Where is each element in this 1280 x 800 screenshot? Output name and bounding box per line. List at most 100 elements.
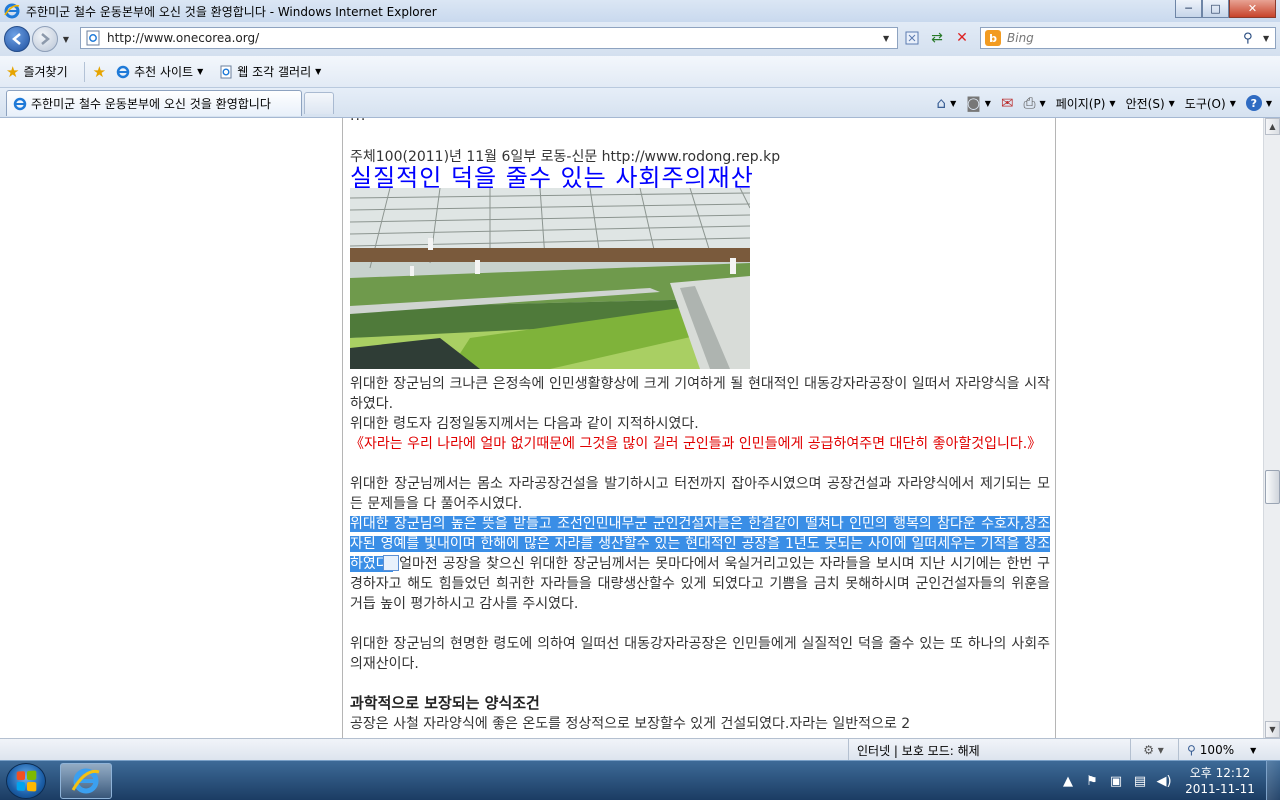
title-bar: 주한미군 철수 운동본부에 오신 것을 환영합니다 - Windows Inte… xyxy=(0,0,1280,22)
favorites-item-suggested-sites[interactable]: 추천 사이트 ▼ xyxy=(116,63,203,80)
page-viewport: ... 주체100(2011)년 11월 6일부 로동-신문 http://ww… xyxy=(0,118,1280,738)
tools-menu[interactable]: 도구(O) ▼ xyxy=(1185,95,1236,112)
favorites-button[interactable]: ★ 즐겨찾기 xyxy=(6,63,68,81)
chevron-down-icon: ▼ xyxy=(1229,98,1236,108)
content-column: ... 주체100(2011)년 11월 6일부 로동-신문 http://ww… xyxy=(342,118,1056,738)
web-slice-icon xyxy=(220,65,232,78)
home-button[interactable]: ⌂ ▼ xyxy=(937,94,957,112)
address-field[interactable]: http://www.onecorea.org/ ▼ xyxy=(80,27,898,49)
tab-active[interactable]: 주한미군 철수 운동본부에 오신 것을 환영합니다 xyxy=(6,90,302,116)
close-button[interactable]: ✕ xyxy=(1229,0,1276,18)
cut-off-text: ... xyxy=(350,118,366,124)
zoom-level: 100% xyxy=(1199,743,1235,757)
favorites-star-icon: ★ xyxy=(6,62,20,81)
page-menu[interactable]: 페이지(P) ▼ xyxy=(1056,95,1116,112)
paragraph-6: 공장은 사철 자라양식에 좋은 온도를 정상적으로 보장할수 있게 건설되였다.… xyxy=(350,716,911,732)
chevron-down-icon: ▼ xyxy=(1109,98,1116,108)
new-tab-button[interactable] xyxy=(304,92,334,114)
scroll-down-button[interactable]: ▼ xyxy=(1265,721,1280,738)
favorites-separator xyxy=(83,61,85,82)
help-icon: ? xyxy=(1245,95,1262,111)
navigation-bar: ▼ http://www.onecorea.org/ ▼ ⇄ ✕ b Bing … xyxy=(0,22,1280,56)
maximize-button[interactable]: □ xyxy=(1202,0,1229,18)
recent-pages-dropdown[interactable]: ▼ xyxy=(60,35,72,44)
taskbar: ▲ ⚑ ▣ ▤ ◀) 오후 12:12 2011-11-11 xyxy=(0,760,1280,800)
help-button[interactable]: ? ▼ xyxy=(1245,95,1272,111)
refresh-button[interactable]: ⇄ xyxy=(925,27,949,49)
chevron-down-icon: ▼ xyxy=(950,98,957,108)
device-icon[interactable]: ▣ xyxy=(1106,774,1126,789)
security-zone: 인터넷 | 보호 모드: 해제 xyxy=(848,739,980,761)
address-dropdown-icon[interactable]: ▼ xyxy=(883,34,897,43)
start-button[interactable] xyxy=(6,763,46,799)
search-icon[interactable]: ⚲ xyxy=(1243,31,1263,46)
clock-date: 2011-11-11 xyxy=(1185,782,1255,796)
url-text[interactable]: http://www.onecorea.org/ xyxy=(107,31,883,45)
back-button[interactable] xyxy=(4,26,30,52)
compatibility-view-button[interactable] xyxy=(900,27,924,49)
compatibility-icon xyxy=(905,31,919,45)
vertical-scrollbar[interactable]: ▲ ▼ xyxy=(1263,118,1280,738)
network-icon[interactable]: ▤ xyxy=(1130,774,1150,789)
read-mail-button[interactable]: ✉ xyxy=(1001,94,1014,112)
chevron-down-icon: ▼ xyxy=(315,67,322,76)
safety-menu-label: 안전(S) xyxy=(1125,96,1165,111)
add-favorite-star-icon: ★ xyxy=(92,62,107,81)
protected-mode-button[interactable]: ⚙ ▾ xyxy=(1130,739,1176,761)
feeds-button[interactable]: ◙ ▼ xyxy=(966,94,991,112)
tab-label: 주한미군 철수 운동본부에 오신 것을 환영합니다 xyxy=(31,97,271,111)
zoom-control[interactable]: ⚲ 100% ▼ xyxy=(1178,739,1268,761)
back-arrow-icon xyxy=(12,33,21,45)
stop-button[interactable]: ✕ xyxy=(950,27,974,49)
chevron-down-icon: ▼ xyxy=(197,67,204,76)
print-icon: ⎙ xyxy=(1023,94,1036,112)
chevron-down-icon: ▼ xyxy=(1168,98,1175,108)
chevron-down-icon: ▼ xyxy=(984,98,991,108)
add-to-favorites-bar-button[interactable]: ★ xyxy=(93,63,110,81)
paragraph-5: 위대한 장군님의 현명한 령도에 의하여 일떠선 대동강자라공장은 인민들에게 … xyxy=(350,636,1050,672)
tab-row: 주한미군 철수 운동본부에 오신 것을 환영합니다 ⌂ ▼ ◙ ▼ ✉ ⎙ ▼ 페이지… xyxy=(0,88,1280,118)
bing-logo-icon: b xyxy=(985,30,1001,46)
paragraph-4[interactable]: 위대한 장군님의 높은 뜻을 받들고 조선인민내무군 군인건설자들은 한결같이 … xyxy=(350,514,1050,614)
web-slice-gallery-label: 웹 조각 갤러리 xyxy=(237,65,312,79)
chevron-down-icon: ▼ xyxy=(1250,745,1257,755)
show-desktop-button[interactable] xyxy=(1266,761,1280,800)
stop-icon: ✕ xyxy=(956,30,968,46)
search-box[interactable]: b Bing ⚲ ▼ xyxy=(980,27,1276,49)
rss-icon: ◙ xyxy=(966,94,981,112)
forward-button[interactable] xyxy=(32,26,58,52)
scrollbar-thumb[interactable] xyxy=(1265,470,1280,504)
scroll-up-button[interactable]: ▲ xyxy=(1265,118,1280,135)
paragraph-1: 위대한 장군님의 크나큰 은정속에 인민생활향상에 크게 기여하게 될 현대적인… xyxy=(350,376,1050,412)
volume-icon[interactable]: ◀) xyxy=(1154,774,1174,789)
home-icon: ⌂ xyxy=(936,94,947,112)
chevron-down-icon: ▼ xyxy=(1039,98,1046,108)
action-center-flag-icon[interactable]: ⚑ xyxy=(1082,774,1102,789)
zoom-icon: ⚲ xyxy=(1187,743,1196,757)
tools-menu-label: 도구(O) xyxy=(1184,96,1226,111)
taskbar-internet-explorer[interactable] xyxy=(60,763,112,799)
search-options-dropdown-icon[interactable]: ▼ xyxy=(1263,34,1275,43)
security-settings-icon: ⚙ ▾ xyxy=(1143,743,1164,757)
status-bar: 인터넷 | 보호 모드: 해제 ⚙ ▾ ⚲ 100% ▼ xyxy=(0,738,1280,761)
forward-arrow-icon xyxy=(41,33,50,45)
show-hidden-icons-button[interactable]: ▲ xyxy=(1058,774,1078,789)
search-input[interactable]: Bing xyxy=(1007,31,1243,45)
ie-tab-icon xyxy=(13,97,27,110)
favorites-item-web-slice-gallery[interactable]: 웹 조각 갤러리 ▼ xyxy=(219,63,321,80)
minimize-button[interactable]: ─ xyxy=(1175,0,1202,18)
clock[interactable]: 오후 12:12 2011-11-11 xyxy=(1178,765,1262,797)
mail-icon: ✉ xyxy=(1000,94,1014,112)
clock-time: 오후 12:12 xyxy=(1189,766,1251,780)
refresh-icon: ⇄ xyxy=(931,30,943,46)
accelerator-icon[interactable] xyxy=(383,555,400,571)
page-menu-label: 페이지(P) xyxy=(1055,96,1106,111)
page-icon xyxy=(86,30,100,46)
chevron-down-icon: ▼ xyxy=(1265,98,1272,108)
safety-menu[interactable]: 안전(S) ▼ xyxy=(1126,95,1175,112)
favorites-label: 즐겨찾기 xyxy=(23,65,68,79)
window-title: 주한미군 철수 운동본부에 오신 것을 환영합니다 - Windows Inte… xyxy=(26,4,437,19)
print-button[interactable]: ⎙ ▼ xyxy=(1024,94,1046,112)
internet-explorer-icon xyxy=(71,768,100,794)
paragraph-3: 위대한 장군님께서는 몸소 자라공장건설을 발기하시고 터전까지 잡아주시였으며… xyxy=(350,476,1050,512)
